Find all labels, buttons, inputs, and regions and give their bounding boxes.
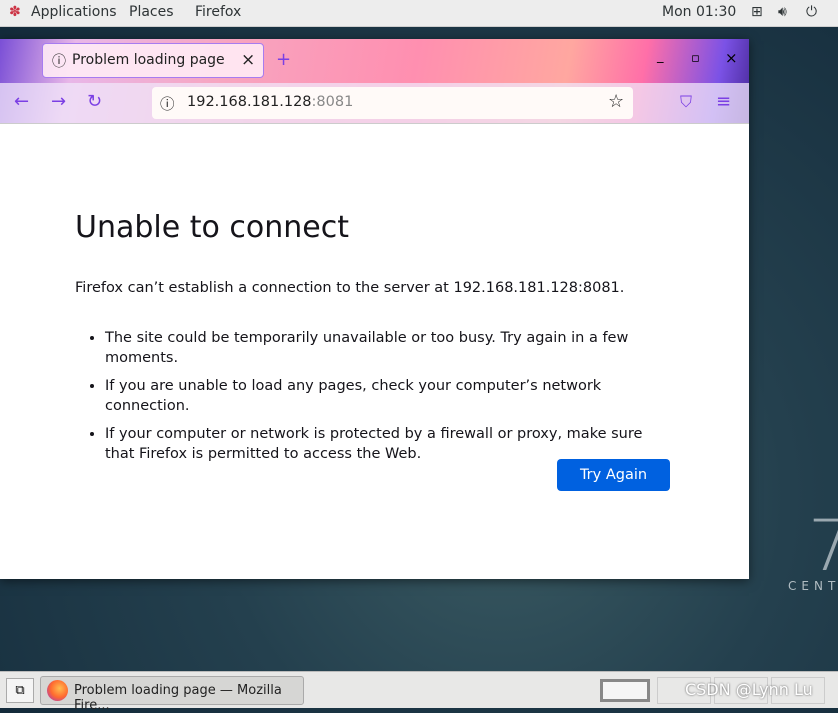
taskbar-item-label: Problem loading page — Mozilla Fire...	[74, 683, 282, 713]
nav-bar: ← → ↻ ⓘ 192.168.181.128:8081 ☆ ⛉ ≡	[0, 83, 749, 124]
top-bar: ✽ Applications Places Firefox Mon 01:30 …	[0, 0, 838, 27]
tab-close-button[interactable]: ×	[241, 50, 255, 70]
list-item: If your computer or network is protected…	[105, 424, 674, 464]
reload-button[interactable]: ↻	[87, 91, 102, 112]
url-port: :8081	[311, 94, 354, 110]
url-host: 192.168.181.128	[187, 94, 312, 110]
show-desktop-button[interactable]: ⧉	[6, 678, 34, 703]
minimize-button[interactable]: _	[657, 49, 664, 64]
suggestion-list: The site could be temporarily unavailabl…	[75, 328, 674, 464]
list-item: The site could be temporarily unavailabl…	[105, 328, 674, 368]
bookmark-star-icon[interactable]: ☆	[608, 91, 624, 112]
close-window-button[interactable]: ×	[725, 49, 738, 67]
page-title: Unable to connect	[75, 210, 349, 245]
places-menu[interactable]: Places	[129, 4, 174, 20]
network-icon[interactable]: ⊞	[751, 4, 763, 20]
info-icon: ⓘ	[52, 54, 66, 70]
taskbar-item-firefox[interactable]: Problem loading page — Mozilla Fire...	[40, 676, 304, 713]
clock[interactable]: Mon 01:30	[662, 4, 736, 20]
pocket-icon[interactable]: ⛉	[680, 92, 692, 112]
new-tab-button[interactable]: +	[276, 49, 291, 70]
workspace-1[interactable]	[600, 679, 650, 702]
watermark: CSDN @Lynn Lu	[685, 680, 813, 699]
tab-title: Problem loading page	[72, 52, 225, 68]
desktop-logo-text: CENT	[788, 579, 838, 593]
maximize-button[interactable]: ▫	[691, 51, 700, 66]
back-button[interactable]: ←	[14, 91, 29, 112]
applications-menu[interactable]: Applications	[31, 4, 117, 20]
url-bar[interactable]: ⓘ 192.168.181.128:8081 ☆	[152, 87, 633, 119]
firefox-window: ⓘ Problem loading page × + _ ▫ × ← → ↻ ⓘ…	[0, 39, 749, 579]
tab-problem-loading[interactable]: ⓘ Problem loading page ×	[42, 43, 264, 78]
list-item: If you are unable to load any pages, che…	[105, 376, 674, 416]
site-info-icon[interactable]: ⓘ	[160, 93, 175, 114]
power-icon[interactable]: ⏻	[806, 4, 817, 20]
try-again-button[interactable]: Try Again	[557, 459, 670, 491]
firefox-icon	[47, 680, 68, 701]
menu-icon[interactable]: ≡	[716, 91, 731, 112]
error-page: Unable to connect Firefox can’t establis…	[0, 210, 749, 464]
desktop-logo-mark: 7	[808, 505, 838, 587]
taskbar: ⧉ Problem loading page — Mozilla Fire...…	[0, 671, 838, 713]
browser-chrome: ⓘ Problem loading page × + _ ▫ × ← → ↻ ⓘ…	[0, 39, 749, 124]
applications-icon: ✽	[9, 4, 21, 20]
volume-icon[interactable]: 🔊︎	[778, 4, 787, 20]
error-description: Firefox can’t establish a connection to …	[75, 280, 625, 296]
firefox-menu[interactable]: Firefox	[195, 4, 241, 20]
forward-button[interactable]: →	[51, 91, 66, 112]
